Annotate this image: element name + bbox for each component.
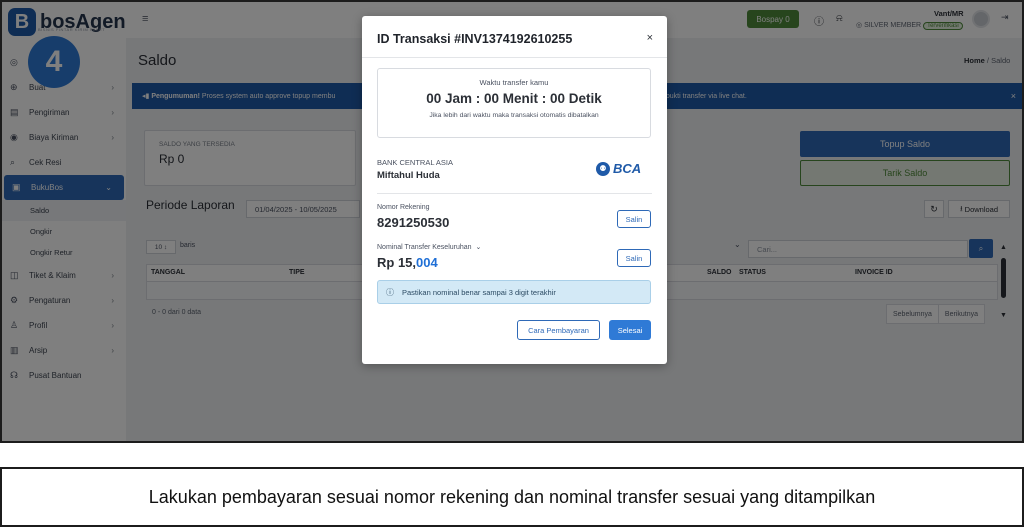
done-button[interactable]: Selesai — [609, 320, 651, 340]
app-window: B bosAgen BISNIS PINTAR KIRIM PAKET 4 ◎ … — [2, 2, 1022, 441]
bank-name: BANK CENTRAL ASIA — [377, 158, 453, 167]
info-alert: ⓘ Pastikan nominal benar sampai 3 digit … — [377, 280, 651, 304]
screenshot-frame: B bosAgen BISNIS PINTAR KIRIM PAKET 4 ◎ … — [0, 0, 1024, 443]
instruction-caption: Lakukan pembayaran sesuai nomor rekening… — [0, 467, 1024, 527]
payment-instructions-button[interactable]: Cara Pembayaran — [517, 320, 600, 340]
transaction-modal: ID Transaksi #INV1374192610255 × Waktu t… — [362, 16, 667, 364]
transfer-amount-label: Nominal Transfer Keseluruhan ⌄ — [377, 243, 481, 251]
account-number-value: 8291250530 — [377, 215, 450, 230]
bca-logo-icon: ⚉ — [596, 161, 610, 176]
info-alert-text: Pastikan nominal benar sampai 3 digit te… — [402, 287, 556, 297]
transfer-amount-unique-code: 004 — [416, 255, 438, 270]
transfer-amount-prefix: Rp 15, — [377, 255, 417, 270]
bank-logo-text: BCA — [613, 161, 642, 176]
copy-transfer-amount-button[interactable]: Salin — [617, 249, 651, 267]
countdown-box: Waktu transfer kamu 00 Jam : 00 Menit : … — [377, 68, 651, 138]
info-icon: ⓘ — [386, 287, 394, 297]
transfer-amount-value: Rp 15,004 — [377, 255, 438, 270]
countdown-note: Jika lebih dari waktu maka transaksi oto… — [429, 112, 599, 119]
bank-logo: ⚉ BCA — [596, 161, 641, 176]
transfer-amount-label-text: Nominal Transfer Keseluruhan — [377, 244, 472, 251]
account-number-label: Nomor Rekening — [377, 204, 430, 211]
divider — [377, 193, 652, 194]
account-holder: Miftahul Huda — [377, 170, 440, 181]
countdown-label: Waktu transfer kamu — [479, 78, 549, 87]
countdown-value: 00 Jam : 00 Menit : 00 Detik — [426, 91, 602, 106]
close-icon[interactable]: × — [647, 32, 653, 44]
modal-title: ID Transaksi #INV1374192610255 — [377, 32, 573, 46]
chevron-down-icon[interactable]: ⌄ — [474, 244, 481, 251]
copy-account-number-button[interactable]: Salin — [617, 210, 651, 228]
divider — [362, 57, 667, 58]
